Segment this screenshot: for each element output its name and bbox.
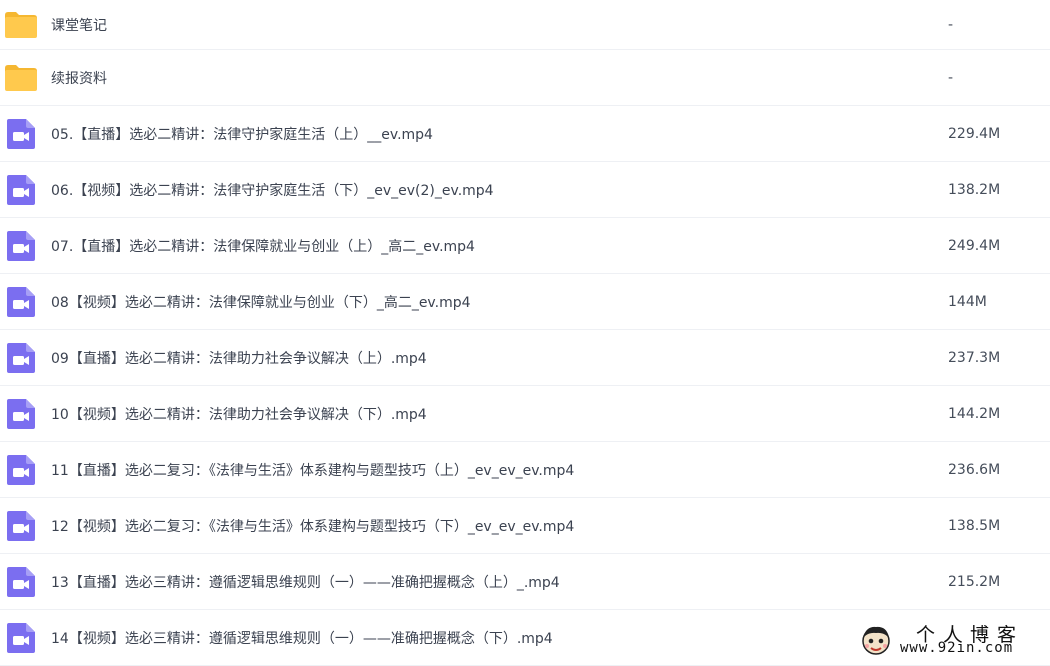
file-list: 课堂笔记 - 续报资料 - 05.【直播】选必二精讲：法律守护家庭生活（上）__… — [0, 0, 1050, 666]
video-file-icon — [5, 510, 37, 541]
watermark-url: www.92in.com — [900, 640, 1014, 656]
file-name[interactable]: 08【视频】选必二精讲：法律保障就业与创业（下）_高二_ev.mp4 — [51, 292, 471, 312]
video-file-icon — [5, 230, 37, 261]
file-name[interactable]: 06.【视频】选必二精讲：法律守护家庭生活（下）_ev_ev(2)_ev.mp4 — [51, 180, 494, 200]
list-item[interactable]: 08【视频】选必二精讲：法律保障就业与创业（下）_高二_ev.mp4 144M — [0, 274, 1050, 330]
video-file-icon — [5, 174, 37, 205]
file-name[interactable]: 10【视频】选必二精讲：法律助力社会争议解决（下）.mp4 — [51, 404, 427, 424]
video-file-icon — [5, 622, 37, 653]
file-size: - — [948, 69, 954, 86]
file-size: 215.2M — [948, 573, 1001, 590]
file-name[interactable]: 14【视频】选必三精讲：遵循逻辑思维规则（一）——准确把握概念（下）.mp4 — [51, 628, 553, 648]
list-item[interactable]: 09【直播】选必二精讲：法律助力社会争议解决（上）.mp4 237.3M — [0, 330, 1050, 386]
file-name[interactable]: 05.【直播】选必二精讲：法律守护家庭生活（上）__ev.mp4 — [51, 124, 433, 144]
file-name[interactable]: 课堂笔记 — [51, 15, 107, 35]
list-item[interactable]: 12【视频】选必二复习：《法律与生活》体系建构与题型技巧（下）_ev_ev_ev… — [0, 498, 1050, 554]
cartoon-avatar-icon — [858, 622, 894, 658]
list-item[interactable]: 续报资料 - — [0, 50, 1050, 106]
video-file-icon — [5, 454, 37, 485]
list-item[interactable]: 05.【直播】选必二精讲：法律守护家庭生活（上）__ev.mp4 229.4M — [0, 106, 1050, 162]
video-file-icon — [5, 342, 37, 373]
list-item[interactable]: 07.【直播】选必二精讲：法律保障就业与创业（上）_高二_ev.mp4 249.… — [0, 218, 1050, 274]
file-name[interactable]: 续报资料 — [51, 68, 107, 88]
file-size: 144M — [948, 293, 987, 310]
list-item[interactable]: 11【直播】选必二复习：《法律与生活》体系建构与题型技巧（上）_ev_ev_ev… — [0, 442, 1050, 498]
file-size: - — [948, 16, 954, 33]
file-size: 229.4M — [948, 125, 1001, 142]
video-file-icon — [5, 286, 37, 317]
video-file-icon — [5, 118, 37, 149]
file-size: 144.2M — [948, 405, 1001, 422]
file-size: 236.6M — [948, 461, 1001, 478]
file-size: 138.2M — [948, 181, 1001, 198]
file-size: 138.5M — [948, 517, 1001, 534]
file-name[interactable]: 12【视频】选必二复习：《法律与生活》体系建构与题型技巧（下）_ev_ev_ev… — [51, 516, 574, 536]
file-name[interactable]: 09【直播】选必二精讲：法律助力社会争议解决（上）.mp4 — [51, 348, 427, 368]
list-item[interactable]: 13【直播】选必三精讲：遵循逻辑思维规则（一）——准确把握概念（上）_.mp4 … — [0, 554, 1050, 610]
video-file-icon — [5, 566, 37, 597]
file-name[interactable]: 13【直播】选必三精讲：遵循逻辑思维规则（一）——准确把握概念（上）_.mp4 — [51, 572, 560, 592]
blog-watermark: 个人博客 www.92in.com — [856, 618, 1050, 662]
file-size: 237.3M — [948, 349, 1001, 366]
file-name[interactable]: 07.【直播】选必二精讲：法律保障就业与创业（上）_高二_ev.mp4 — [51, 236, 475, 256]
folder-icon — [5, 10, 37, 40]
folder-icon — [5, 63, 37, 93]
list-item[interactable]: 10【视频】选必二精讲：法律助力社会争议解决（下）.mp4 144.2M — [0, 386, 1050, 442]
list-item[interactable]: 06.【视频】选必二精讲：法律守护家庭生活（下）_ev_ev(2)_ev.mp4… — [0, 162, 1050, 218]
video-file-icon — [5, 398, 37, 429]
list-item[interactable]: 课堂笔记 - — [0, 0, 1050, 50]
file-name[interactable]: 11【直播】选必二复习：《法律与生活》体系建构与题型技巧（上）_ev_ev_ev… — [51, 460, 574, 480]
file-size: 249.4M — [948, 237, 1001, 254]
